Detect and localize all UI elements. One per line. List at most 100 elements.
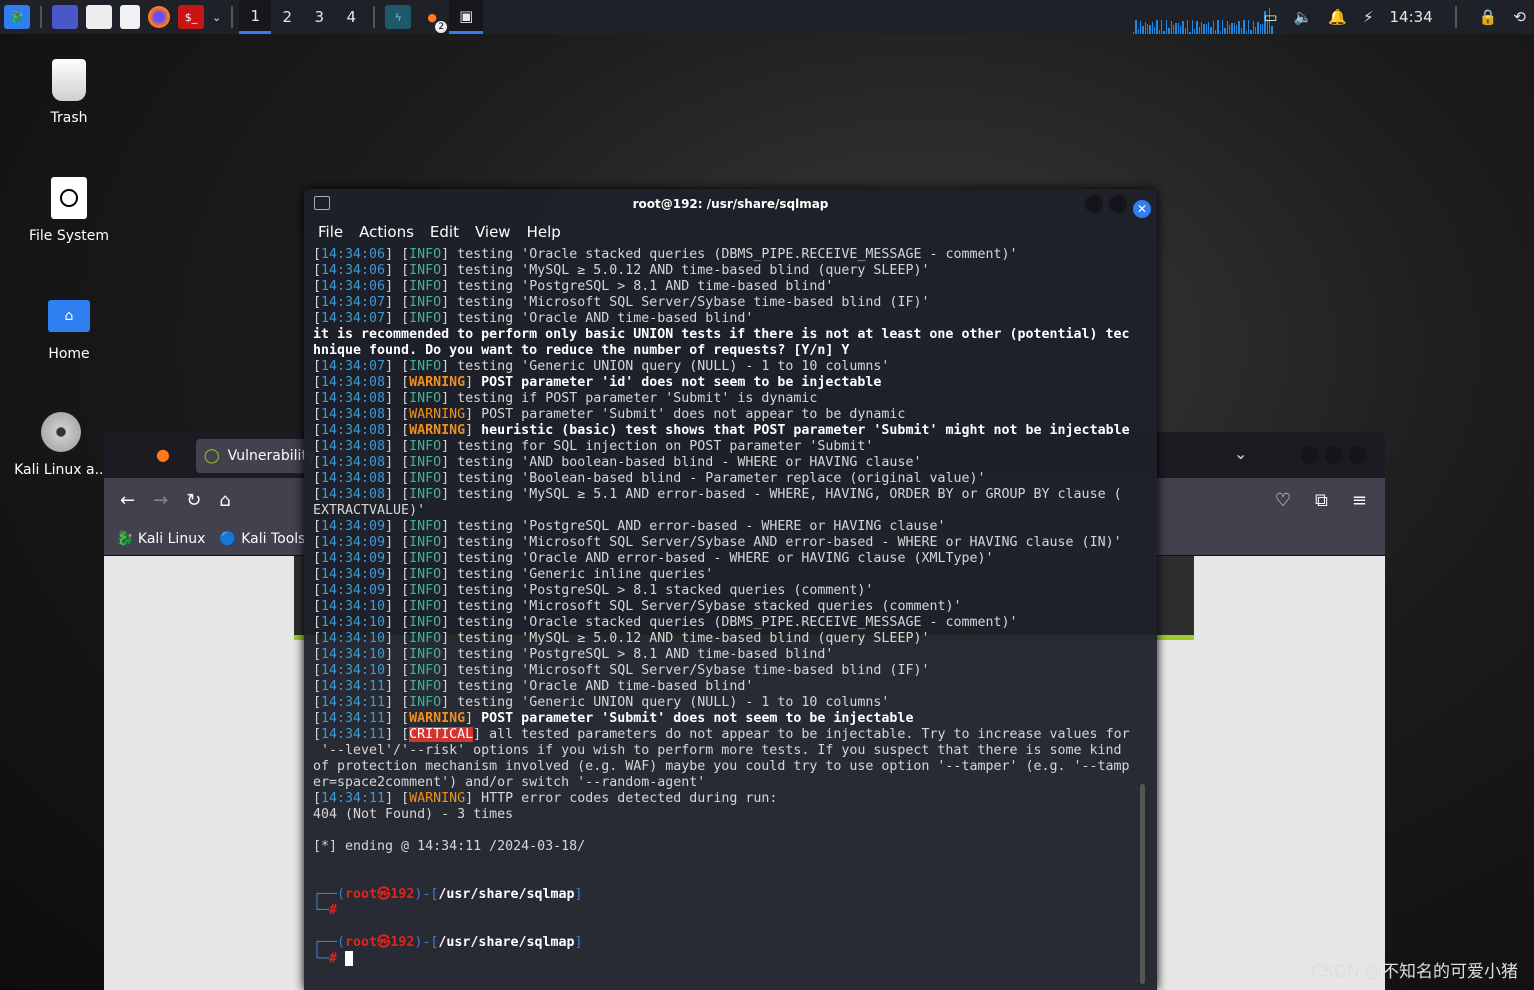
forward-icon[interactable]: → xyxy=(153,490,168,511)
prompt-corner: ┌──( xyxy=(313,887,346,902)
log-timestamp: 14:34:10 xyxy=(321,631,386,646)
workspace-1[interactable]: 1 xyxy=(239,0,272,34)
log-message: testing 'Microsoft SQL Server/Sybase AND… xyxy=(457,535,1122,550)
power-icon[interactable]: ⚡ xyxy=(1363,8,1374,26)
workspace-2[interactable]: 2 xyxy=(271,0,303,34)
log-timestamp: 14:34:10 xyxy=(321,647,386,662)
log-level: INFO xyxy=(409,695,442,710)
task-powershell-icon[interactable]: ϟ xyxy=(385,5,412,29)
pocket-icon[interactable]: ♡ xyxy=(1275,490,1291,511)
maximize-button[interactable] xyxy=(1325,446,1343,464)
cpu-bar xyxy=(1215,29,1217,34)
show-desktop-icon[interactable] xyxy=(52,5,78,29)
close-button[interactable] xyxy=(1349,446,1367,464)
lock-icon[interactable]: 🔒 xyxy=(1479,8,1498,26)
task-firefox-icon[interactable]: ● 2 xyxy=(419,5,448,33)
log-message: testing 'Oracle AND time-based blind' xyxy=(457,311,754,326)
window-title: root@192: /usr/share/sqlmap xyxy=(632,197,829,211)
log-message: heuristic (basic) test shows that POST p… xyxy=(481,423,1130,438)
log-level: INFO xyxy=(409,487,442,502)
cpu-bar xyxy=(1212,20,1215,34)
output-text: it is recommended to perform only basic … xyxy=(313,327,1130,342)
desktop-home[interactable]: ⌂ Home xyxy=(14,294,124,362)
minimize-button[interactable] xyxy=(1301,446,1319,464)
task-terminal-icon[interactable]: ▣ xyxy=(449,0,484,34)
terminal-line: it is recommended to perform only basic … xyxy=(313,327,1130,343)
menu-edit[interactable]: Edit xyxy=(430,223,459,241)
terminal-line: [14:34:06] [INFO] testing 'PostgreSQL > … xyxy=(313,279,834,294)
desktop-trash[interactable]: Trash xyxy=(14,58,124,126)
kali-menu-icon[interactable]: 🐉 xyxy=(4,5,30,29)
terminal-line: [14:34:09] [INFO] testing 'PostgreSQL > … xyxy=(313,583,874,598)
menu-icon[interactable]: ≡ xyxy=(1352,490,1367,511)
menu-view[interactable]: View xyxy=(475,223,511,241)
log-message: testing 'Oracle AND error-based - WHERE … xyxy=(457,551,994,566)
close-button[interactable]: ✕ xyxy=(1133,200,1151,218)
disc-icon xyxy=(39,410,83,454)
workspace-3[interactable]: 3 xyxy=(303,0,335,34)
maximize-button[interactable] xyxy=(1109,195,1127,213)
log-message: testing 'AND boolean-based blind - WHERE… xyxy=(457,455,922,470)
log-message: testing for SQL injection on POST parame… xyxy=(457,439,874,454)
text-editor-icon[interactable] xyxy=(120,5,140,29)
output-text: hnique found. Do you want to reduce the … xyxy=(313,343,850,358)
desktop-kali-disc[interactable]: Kali Linux a... xyxy=(6,410,116,478)
workspace-4[interactable]: 4 xyxy=(335,0,367,34)
firefox-view-icon[interactable]: ● xyxy=(156,445,170,464)
cpu-bar xyxy=(1229,25,1231,34)
notification-bell-icon[interactable]: 🔔 xyxy=(1328,8,1347,26)
tab-list-chevron-icon[interactable]: ⌄ xyxy=(1234,444,1247,463)
cpu-bar xyxy=(1198,26,1200,34)
terminal-line: [14:34:07] [INFO] testing 'Microsoft SQL… xyxy=(313,295,930,310)
terminal-line: [14:34:10] [INFO] testing 'Microsoft SQL… xyxy=(313,599,962,614)
log-timestamp: 14:34:08 xyxy=(321,407,386,422)
home-icon[interactable]: ⌂ xyxy=(219,490,230,511)
reload-icon[interactable]: ↻ xyxy=(186,490,201,511)
cpu-bar xyxy=(1182,21,1184,34)
terminal-output[interactable]: [14:34:06] [INFO] testing 'Oracle stacke… xyxy=(313,247,1130,967)
log-timestamp: 14:34:08 xyxy=(321,439,386,454)
terminal-line: of protection mechanism involved (e.g. W… xyxy=(313,759,1130,775)
cpu-bar xyxy=(1151,21,1154,34)
menu-help[interactable]: Help xyxy=(527,223,561,241)
volume-icon[interactable]: 🔈 xyxy=(1294,8,1313,26)
log-timestamp: 14:34:06 xyxy=(321,247,386,262)
scrollbar[interactable] xyxy=(1140,784,1145,984)
terminal-line: [14:34:11] [WARNING] HTTP error codes de… xyxy=(313,791,778,806)
cpu-bar xyxy=(1247,20,1250,34)
terminal-line: [14:34:08] [WARNING] POST parameter 'Sub… xyxy=(313,407,906,422)
log-level: INFO xyxy=(409,631,442,646)
drive-icon xyxy=(47,176,91,220)
file-manager-icon[interactable] xyxy=(86,5,112,29)
menu-actions[interactable]: Actions xyxy=(359,223,414,241)
clock[interactable]: 14:34 xyxy=(1390,8,1433,26)
log-level: INFO xyxy=(409,359,442,374)
desktop-filesystem[interactable]: File System xyxy=(14,176,124,244)
prompt-end: ] xyxy=(574,935,583,950)
terminal-launcher-icon[interactable]: $_ xyxy=(178,5,204,29)
log-level: INFO xyxy=(409,519,442,534)
log-level: INFO xyxy=(409,471,442,486)
extensions-icon[interactable]: ⧉ xyxy=(1315,490,1328,511)
log-level: INFO xyxy=(409,311,442,326)
bookmark-kali-tools[interactable]: 🔵 Kali Tools xyxy=(219,531,305,547)
terminal-line: [14:34:06] [INFO] testing 'Oracle stacke… xyxy=(313,247,1018,262)
cpu-bar xyxy=(1189,31,1191,34)
minimize-button[interactable] xyxy=(1085,195,1103,213)
prompt-end: ] xyxy=(574,887,583,902)
cpu-bar xyxy=(1175,23,1177,34)
firefox-icon[interactable] xyxy=(148,6,170,28)
menu-file[interactable]: File xyxy=(318,223,343,241)
chevron-down-icon[interactable]: ⌄ xyxy=(212,11,221,24)
cpu-graph xyxy=(1133,4,1273,34)
cpu-bar xyxy=(1236,25,1238,34)
log-message: testing 'MySQL ≥ 5.0.12 AND time-based b… xyxy=(457,263,930,278)
bookmark-kali-linux[interactable]: 🐉 Kali Linux xyxy=(116,531,205,547)
logout-icon[interactable]: ⟲ xyxy=(1513,8,1526,26)
cpu-bar xyxy=(1184,28,1186,34)
trash-icon xyxy=(47,58,91,102)
cpu-bar xyxy=(1210,26,1212,34)
network-icon[interactable]: ▭ xyxy=(1263,8,1277,26)
back-icon[interactable]: ← xyxy=(120,490,135,511)
